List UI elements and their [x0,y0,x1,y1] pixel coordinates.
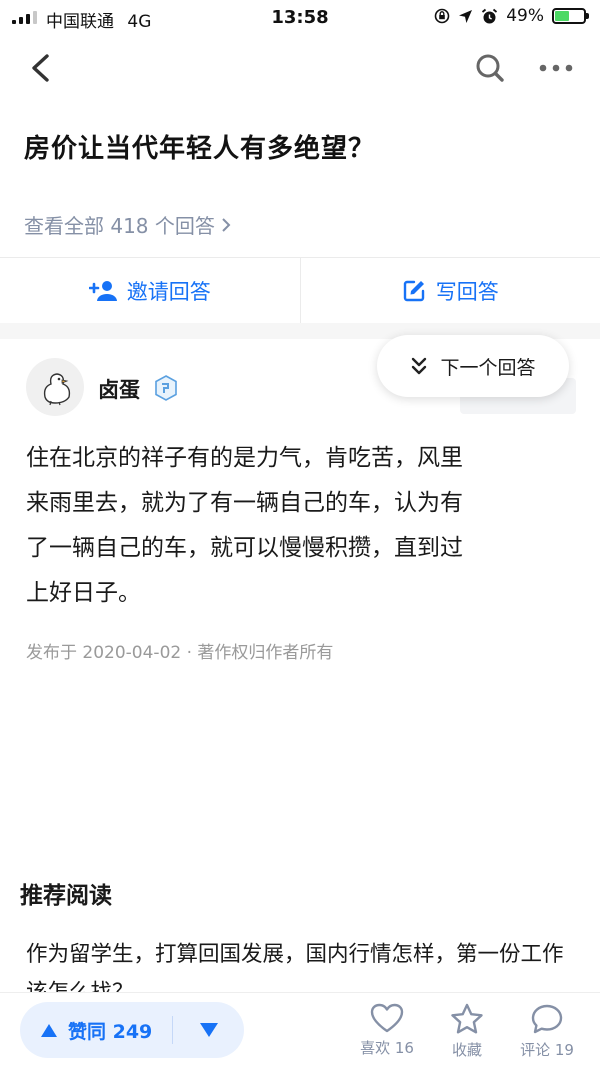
question-title[interactable]: 房价让当代年轻人有多绝望？ [24,128,375,165]
double-chevron-down-icon [412,357,427,375]
more-button[interactable] [534,48,578,88]
write-answer-button[interactable]: 写回答 [301,258,600,323]
search-button[interactable] [470,48,510,88]
star-icon [451,1003,483,1034]
invite-user-icon [88,280,117,301]
recommend-heading: 推荐阅读 [20,883,112,909]
heart-icon [370,1003,404,1033]
lock-rotation-icon [434,8,450,24]
location-arrow-icon [459,9,473,23]
invite-answer-label: 邀请回答 [126,279,211,304]
answer-content: 住在北京的祥子有的是力气，肯吃苦，风里 来雨里去，就为了有一辆自己的车，认为有 … [26,436,566,616]
upvote-label: 赞同 249 [68,1020,153,1043]
vote-group: 赞同 249 [20,1002,244,1058]
alarm-icon [482,8,498,23]
next-answer-label: 下一个回答 [440,356,536,379]
favorite-button[interactable]: 收藏 [432,1003,502,1060]
favorite-label: 收藏 [451,1041,482,1059]
avatar[interactable] [26,358,84,416]
answer-line: 了一辆自己的车，就可以慢慢积攒，直到过 [26,535,463,561]
battery-charging-icon [552,8,589,24]
status-right-group: 49% [434,6,589,26]
edit-icon [403,280,424,301]
comment-label: 评论 19 [520,1041,574,1059]
duck-avatar-icon [43,373,71,406]
like-button[interactable]: 喜欢 16 [352,1003,422,1058]
invite-answer-button[interactable]: 邀请回答 [0,258,300,323]
triangle-up-icon [41,1023,57,1037]
triangle-down-icon [199,1023,218,1037]
verified-badge-icon [152,374,180,406]
question-actions: 邀请回答 写回答 [0,257,600,323]
chevron-right-icon [222,217,231,232]
upvote-button[interactable]: 赞同 249 [20,1017,172,1044]
answer-line: 来雨里去，就为了有一辆自己的车，认为有 [26,490,463,516]
write-answer-label: 写回答 [435,279,499,304]
battery-percent: 49% [506,6,544,26]
like-label: 喜欢 16 [360,1039,414,1057]
back-button[interactable] [20,48,60,88]
next-answer-button[interactable]: 下一个回答 [377,335,569,397]
downvote-button[interactable] [173,1022,244,1038]
search-icon [476,54,504,82]
comment-icon [531,1004,563,1034]
more-icon [539,64,573,72]
view-all-answers-link[interactable]: 查看全部 418 个回答 [24,210,231,239]
answer-line: 住在北京的祥子有的是力气，肯吃苦，风里 [26,445,463,471]
comment-button[interactable]: 评论 19 [512,1003,582,1060]
recommend-item[interactable]: 作为留学生，打算回国发展，国内行情怎样，第一份工作该怎么找？ [26,936,582,992]
publish-meta: 发布于 2020-04-02 · 著作权归作者所有 [26,643,334,663]
author-name[interactable]: 卤蛋 [98,374,140,404]
battery-level [555,11,569,21]
answer-line: 上好日子。 [26,580,141,606]
back-arrow-icon [32,54,49,82]
view-all-label: 查看全部 418 个回答 [24,214,215,238]
status-bar: 中国联通 4G 13:58 49% [0,0,600,36]
bottom-action-bar: 赞同 249 喜欢 16 收藏 评论 19 [0,992,600,1067]
